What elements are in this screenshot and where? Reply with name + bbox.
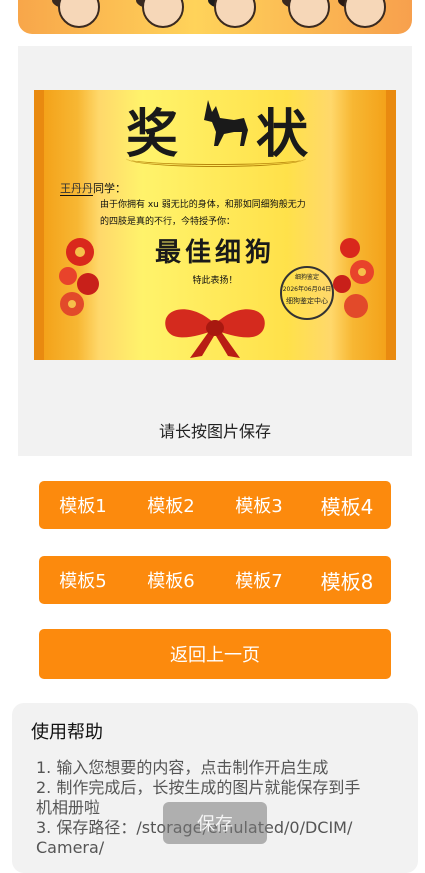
certificate-image[interactable]: 奖 状 王丹丹同学： 由于你拥有 xu 弱无比的身体，和那如同细狗般无力 的四肢… bbox=[34, 90, 396, 360]
character-face bbox=[344, 0, 386, 28]
template-8-button[interactable]: 模板8 bbox=[303, 566, 391, 595]
template-row-1: 模板1 模板2 模板3 模板4 bbox=[39, 481, 391, 529]
student-suffix: 同学： bbox=[93, 182, 126, 195]
save-hint-caption: 请长按图片保存 bbox=[158, 422, 271, 441]
save-toast: 保存 bbox=[163, 802, 267, 844]
template-1-button[interactable]: 模板1 bbox=[39, 492, 127, 518]
flower-decoration-right bbox=[333, 238, 374, 318]
certificate-body-line1: 由于你拥有 xu 弱无比的身体，和那如同细狗般无力 bbox=[100, 200, 306, 210]
dog-icon bbox=[204, 100, 248, 146]
character-face bbox=[142, 0, 184, 28]
back-button[interactable]: 返回上一页 bbox=[39, 629, 391, 679]
template-5-button[interactable]: 模板5 bbox=[39, 567, 127, 593]
flower-decoration-left bbox=[59, 238, 99, 316]
help-card: 使用帮助 1. 输入您想要的内容，点击制作开启生成 2. 制作完成后，长按生成的… bbox=[12, 703, 418, 873]
template-row-2: 模板5 模板6 模板7 模板8 bbox=[39, 556, 391, 604]
character-face bbox=[288, 0, 330, 28]
template-7-button[interactable]: 模板7 bbox=[215, 567, 303, 593]
template-6-button[interactable]: 模板6 bbox=[127, 567, 215, 593]
student-line: 王丹丹同学： bbox=[60, 180, 126, 196]
header-banner-image bbox=[18, 0, 412, 34]
help-title: 使用帮助 bbox=[31, 722, 103, 743]
certificate-body-line2: 的四肢是真的不行，今特授予你： bbox=[100, 217, 236, 227]
ribbon-bow-decoration bbox=[165, 309, 265, 358]
template-2-button[interactable]: 模板2 bbox=[127, 492, 215, 518]
student-name: 王丹丹 bbox=[60, 182, 93, 196]
template-3-button[interactable]: 模板3 bbox=[215, 492, 303, 518]
help-line-1: 1. 输入您想要的内容，点击制作开启生成 bbox=[36, 758, 329, 777]
border-stripe bbox=[34, 90, 44, 360]
help-line-2: 2. 制作完成后，长按生成的图片就能保存到手 bbox=[36, 778, 361, 797]
character-face bbox=[214, 0, 256, 28]
character-face bbox=[58, 0, 100, 28]
template-4-button[interactable]: 模板4 bbox=[303, 491, 391, 520]
title-flourish bbox=[126, 150, 306, 167]
border-stripe bbox=[386, 90, 396, 360]
